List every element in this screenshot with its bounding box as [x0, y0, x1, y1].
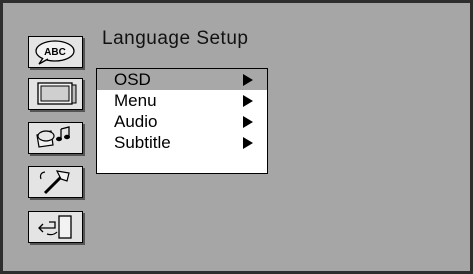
- menu-item-osd[interactable]: OSD: [97, 69, 267, 90]
- osd-screen: ABC Language Setup OSD Menu Audio Subtit…: [0, 0, 473, 274]
- speaker-music-icon: [36, 126, 70, 148]
- arrow-right-icon: [243, 74, 253, 86]
- hammer-tools-icon: [39, 170, 70, 195]
- sidebar-item-video[interactable]: [28, 78, 83, 110]
- arrow-right-icon: [243, 137, 253, 149]
- sidebar-item-exit[interactable]: [28, 211, 83, 243]
- menu-item-label: Menu: [114, 91, 157, 110]
- page-title: Language Setup: [102, 28, 249, 49]
- sidebar-item-preferences[interactable]: [28, 166, 83, 198]
- menu-item-label: Subtitle: [114, 133, 171, 152]
- exit-door-icon: [38, 215, 72, 239]
- tv-screen-icon: [37, 82, 77, 105]
- sidebar-item-audio[interactable]: [28, 122, 83, 154]
- language-abc-icon: ABC: [35, 40, 75, 65]
- menu-item-subtitle[interactable]: Subtitle: [97, 132, 267, 153]
- abc-glyph: ABC: [44, 47, 66, 58]
- arrow-right-icon: [243, 116, 253, 128]
- menu-item-audio[interactable]: Audio: [97, 111, 267, 132]
- menu-item-menu[interactable]: Menu: [97, 90, 267, 111]
- language-menu: OSD Menu Audio Subtitle: [96, 68, 268, 174]
- menu-item-label: Audio: [114, 112, 158, 131]
- menu-item-label: OSD: [114, 70, 151, 89]
- arrow-right-icon: [243, 95, 253, 107]
- sidebar-item-language[interactable]: ABC: [28, 36, 83, 68]
